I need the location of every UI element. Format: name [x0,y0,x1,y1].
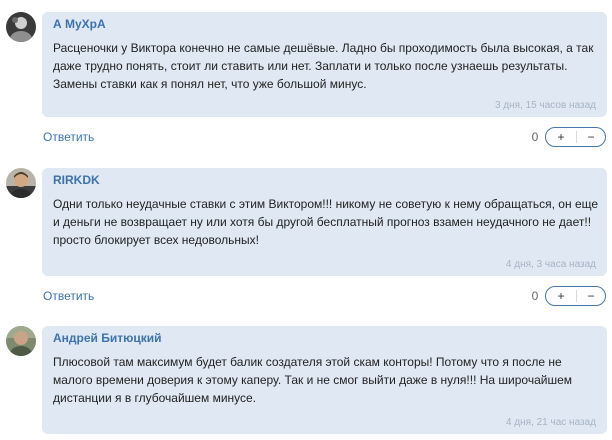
downvote-button[interactable]: − [576,129,606,146]
vote-control: + − [545,127,606,147]
comment-bubble: А МуХрА Расценочки у Виктора конечно не … [42,12,607,117]
comment-1-actions: Ответить 0 + − [0,127,612,149]
comment-2-actions: Ответить 0 + − [0,286,612,308]
user-avatar-icon[interactable] [6,168,36,198]
comment-bubble: RIRKDK Одни только неудачные ставки с эт… [42,168,607,276]
comment-text: Расценочки у Виктора конечно не самые де… [53,41,594,91]
upvote-button[interactable]: + [546,288,576,305]
comment-text: Плюсовой там максимум будет балик создат… [53,355,573,405]
comment-time: 4 дня, 3 часа назад [505,259,596,270]
user-avatar-icon[interactable] [6,12,36,42]
vote-count: 0 [531,130,539,144]
comment-time: 3 дня, 15 часов назад [494,100,596,111]
reply-button[interactable]: Ответить [43,130,94,144]
comment-author[interactable]: Андрей Битюцкий [53,331,162,345]
comment-time: 4 дня, 21 час назад [505,417,596,428]
reply-button[interactable]: Ответить [43,289,94,303]
comment-author[interactable]: RIRKDK [53,173,100,187]
downvote-button[interactable]: − [576,288,606,305]
vote-control: + − [545,286,606,306]
upvote-button[interactable]: + [546,129,576,146]
comment-author[interactable]: А МуХрА [53,17,106,31]
comment-text: Одни только неудачные ставки с этим Викт… [53,197,599,247]
comment-bubble: Андрей Битюцкий Плюсовой там максимум бу… [42,326,607,434]
vote-count: 0 [531,289,539,303]
user-avatar-icon[interactable] [6,326,36,356]
